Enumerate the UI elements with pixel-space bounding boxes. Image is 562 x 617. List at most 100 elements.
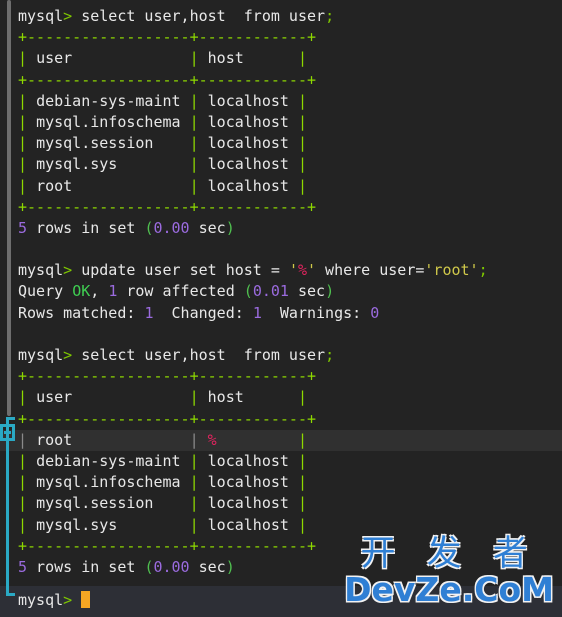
cell-pipe: | [18, 155, 37, 174]
cell-user: mysql.sys [36, 515, 190, 534]
changed-label: Changed: [153, 303, 253, 322]
cell-pipe: | [297, 515, 307, 534]
cell-pipe: | [18, 49, 37, 68]
shell-prompt-label: mysql [18, 7, 64, 25]
table-row: | mysql.infoschema | localhost | [0, 112, 562, 133]
row-count-label: rows in set [27, 218, 145, 237]
table-header-row: | user | host | [0, 387, 562, 408]
table-border-sep: +------------------+------------+ [0, 70, 562, 91]
cell-pipe: | [18, 473, 37, 492]
terminal-window: mysql> select user,host from user; +----… [0, 0, 562, 617]
code-fold-bracket [6, 417, 15, 596]
cell-user: root [36, 176, 190, 195]
cell-pipe: | [18, 112, 37, 131]
cell-pipe: | [189, 430, 208, 449]
table-border-text: +------------------+------------+ [18, 197, 317, 216]
table-border-top: +------------------+------------+ [0, 27, 562, 48]
cell-user: root [36, 430, 190, 449]
sql-query-text: select user,host from user [72, 346, 326, 364]
column-header-host: host [207, 388, 298, 407]
cell-user: mysql.infoschema [36, 112, 190, 131]
sql-query-text: select user,host from user [72, 7, 326, 25]
warnings-value: 0 [370, 303, 380, 322]
text-cursor [81, 591, 91, 608]
table-row: | mysql.session | localhost | [0, 133, 562, 154]
cell-user: mysql.session [36, 494, 190, 513]
sql-terminator: ; [325, 346, 335, 364]
column-header-user: user [36, 388, 190, 407]
table-border-sep: +------------------+------------+ [0, 409, 562, 430]
cell-pipe: | [18, 91, 37, 110]
cell-host: localhost [207, 451, 298, 470]
cell-host: localhost [207, 494, 298, 513]
table-border-top: +------------------+------------+ [0, 366, 562, 387]
cell-pipe: | [189, 91, 208, 110]
cell-pipe: | [297, 176, 307, 195]
cell-pipe: | [18, 494, 37, 513]
table-row: | mysql.sys | localhost | [0, 154, 562, 175]
table-border-bottom: +------------------+------------+ [0, 197, 562, 218]
cell-pipe: | [18, 176, 37, 195]
user-literal: 'root' [424, 261, 479, 280]
editor-gutter [0, 0, 20, 617]
table-row: | debian-sys-maint | localhost | [0, 451, 562, 472]
cell-host: localhost [207, 155, 298, 174]
quote-close: ' [307, 261, 317, 280]
active-prompt-line[interactable]: mysql> [0, 586, 562, 613]
cell-pipe: | [18, 451, 37, 470]
cell-host-wildcard: % [207, 430, 298, 449]
warnings-label: Warnings: [261, 303, 371, 322]
query-label: Query [18, 282, 73, 301]
table-border-bottom: +------------------+------------+ [0, 536, 562, 557]
cell-user: mysql.infoschema [36, 473, 190, 492]
table-row: | mysql.sys | localhost | [0, 515, 562, 536]
paren-close: ) [325, 282, 335, 301]
cell-pipe: | [18, 388, 37, 407]
result-status-line: 5 rows in set (0.00 sec) [0, 557, 562, 578]
comma: , [90, 282, 109, 301]
table-row: | mysql.infoschema | localhost | [0, 472, 562, 493]
rows-affected-label: row affected [117, 282, 244, 301]
code-fold-toggle-icon[interactable] [0, 424, 15, 441]
sql-update-text: update user set host = [72, 261, 289, 280]
cell-pipe: | [297, 473, 307, 492]
cell-pipe: | [189, 49, 208, 68]
cell-host: localhost [207, 515, 298, 534]
active-prompt-bar[interactable]: mysql> [0, 586, 562, 617]
cell-pipe: | [297, 388, 307, 407]
cell-user: debian-sys-maint [36, 91, 190, 110]
cell-pipe: | [189, 112, 208, 131]
cell-pipe: | [297, 112, 307, 131]
scrollbar-thumb[interactable] [7, 0, 11, 416]
shell-prompt-symbol: > [63, 261, 73, 280]
shell-prompt-symbol: > [63, 7, 73, 25]
cell-host: localhost [207, 176, 298, 195]
time-unit: sec [189, 218, 226, 237]
table-row: | mysql.session | localhost | [0, 493, 562, 514]
shell-prompt-label: mysql [18, 591, 64, 609]
cell-host: localhost [207, 473, 298, 492]
elapsed-time: 0.00 [153, 557, 190, 576]
table-border-text: +------------------+------------+ [18, 367, 317, 386]
changed-value: 1 [252, 303, 262, 322]
rows-matched-label: Rows matched: [18, 303, 145, 322]
query-ok-badge: OK [72, 282, 91, 301]
cell-pipe: | [297, 494, 307, 513]
sql-terminator: ; [325, 7, 335, 25]
table-row-highlighted[interactable]: | root | % | [0, 429, 562, 451]
cell-pipe: | [297, 134, 307, 153]
paren-open: ( [243, 282, 253, 301]
paren-close: ) [225, 557, 235, 576]
cell-pipe: | [297, 451, 307, 470]
cell-pipe: | [189, 473, 208, 492]
terminal-output[interactable]: mysql> select user,host from user; +----… [0, 0, 562, 586]
table-border-text: +------------------+------------+ [18, 536, 317, 555]
time-unit: sec [189, 557, 226, 576]
sql-where-text: where user= [316, 261, 425, 280]
cell-host: localhost [207, 112, 298, 131]
shell-prompt-label: mysql [18, 261, 64, 280]
cell-user: debian-sys-maint [36, 451, 190, 470]
table-row: | debian-sys-maint | localhost | [0, 91, 562, 112]
